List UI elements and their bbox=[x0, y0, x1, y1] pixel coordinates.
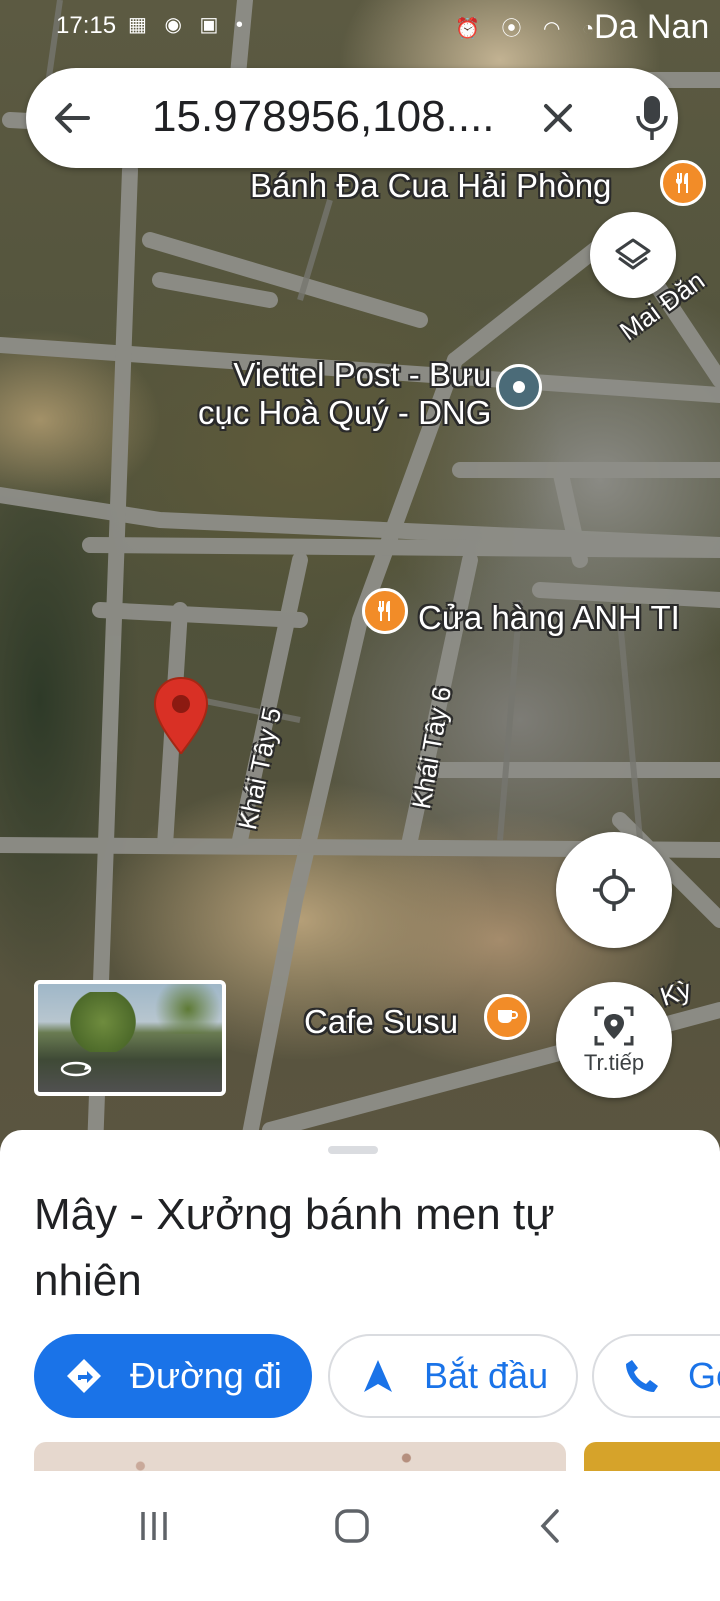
rotate-360-icon bbox=[58, 1058, 94, 1080]
live-view-button[interactable]: Tr.tiếp bbox=[556, 982, 672, 1098]
service-pin-icon[interactable] bbox=[496, 364, 542, 410]
street-view-thumbnail[interactable] bbox=[34, 980, 226, 1096]
search-bar[interactable]: 15.978956,108.... bbox=[26, 68, 678, 168]
my-location-button[interactable] bbox=[556, 832, 672, 948]
city-label-fragment: Da Nan bbox=[594, 8, 710, 46]
poi-label-viettel-post[interactable]: Viettel Post - Bưu cục Hoà Quý - DNG bbox=[198, 356, 491, 432]
back-arrow-icon[interactable] bbox=[52, 98, 92, 138]
place-photo[interactable] bbox=[584, 1442, 720, 1471]
home-icon bbox=[335, 1509, 369, 1543]
poi-label-cua-hang[interactable]: Cửa hàng ANH TI bbox=[418, 600, 680, 636]
phone-icon bbox=[626, 1360, 658, 1392]
start-label: Bắt đầu bbox=[424, 1355, 549, 1396]
restaurant-pin-icon[interactable] bbox=[660, 160, 706, 206]
status-bar: 17:15 ▦ ◉ ▣ • ⏰ ⦿ ◠ ◔ Da Nan bbox=[0, 0, 720, 52]
recent-apps-button[interactable] bbox=[124, 1501, 184, 1551]
tree-image bbox=[68, 992, 138, 1052]
layers-icon bbox=[615, 238, 651, 270]
directions-label: Đường đi bbox=[130, 1355, 282, 1396]
home-button[interactable] bbox=[322, 1501, 382, 1551]
directions-button[interactable]: Đường đi bbox=[34, 1334, 312, 1418]
layers-button[interactable] bbox=[590, 212, 676, 298]
back-button[interactable] bbox=[520, 1501, 580, 1551]
tree-image bbox=[148, 984, 222, 1034]
search-input[interactable]: 15.978956,108.... bbox=[152, 92, 512, 142]
recent-apps-icon bbox=[141, 1512, 167, 1540]
drag-handle[interactable] bbox=[328, 1146, 378, 1154]
live-view-label: Tr.tiếp bbox=[583, 1050, 645, 1075]
selected-place-pin-icon[interactable] bbox=[152, 676, 210, 756]
close-icon[interactable] bbox=[536, 96, 580, 140]
back-chevron-icon bbox=[540, 1509, 559, 1543]
place-photo[interactable] bbox=[34, 1442, 566, 1471]
place-title: Mây - Xưởng bánh men tự nhiên bbox=[34, 1190, 555, 1305]
map-view[interactable]: Bánh Đa Cua Hải Phòng Viettel Post - Bưu… bbox=[0, 0, 720, 1160]
fork-knife-icon bbox=[675, 173, 688, 193]
notification-icons: ▦ ◉ ▣ • bbox=[128, 14, 249, 36]
system-navigation-bar bbox=[0, 1471, 720, 1601]
microphone-icon[interactable] bbox=[630, 92, 674, 144]
place-bottom-sheet[interactable]: Mây - Xưởng bánh men tự nhiên Đường đi B… bbox=[0, 1130, 720, 1471]
directions-icon bbox=[67, 1359, 101, 1393]
cafe-pin-icon[interactable] bbox=[484, 994, 530, 1040]
call-button[interactable]: Gọi bbox=[592, 1334, 720, 1418]
poi-label-banh-da-cua[interactable]: Bánh Đa Cua Hải Phòng bbox=[250, 168, 611, 204]
live-view-icon bbox=[594, 1006, 634, 1046]
clock: 17:15 bbox=[56, 12, 117, 39]
crosshair-icon bbox=[593, 869, 635, 911]
poi-label-cafe-susu[interactable]: Cafe Susu bbox=[304, 1004, 458, 1040]
shop-pin-icon[interactable] bbox=[362, 588, 408, 634]
navigation-arrow-icon bbox=[364, 1360, 392, 1392]
circle-dot-icon bbox=[513, 381, 525, 393]
start-button[interactable]: Bắt đầu bbox=[328, 1334, 578, 1418]
fork-knife-icon bbox=[377, 601, 390, 621]
system-icons: ⏰ ⦿ ◠ ◔ bbox=[455, 18, 603, 40]
call-label: Gọi bbox=[688, 1355, 720, 1396]
coffee-cup-icon bbox=[498, 1010, 518, 1023]
